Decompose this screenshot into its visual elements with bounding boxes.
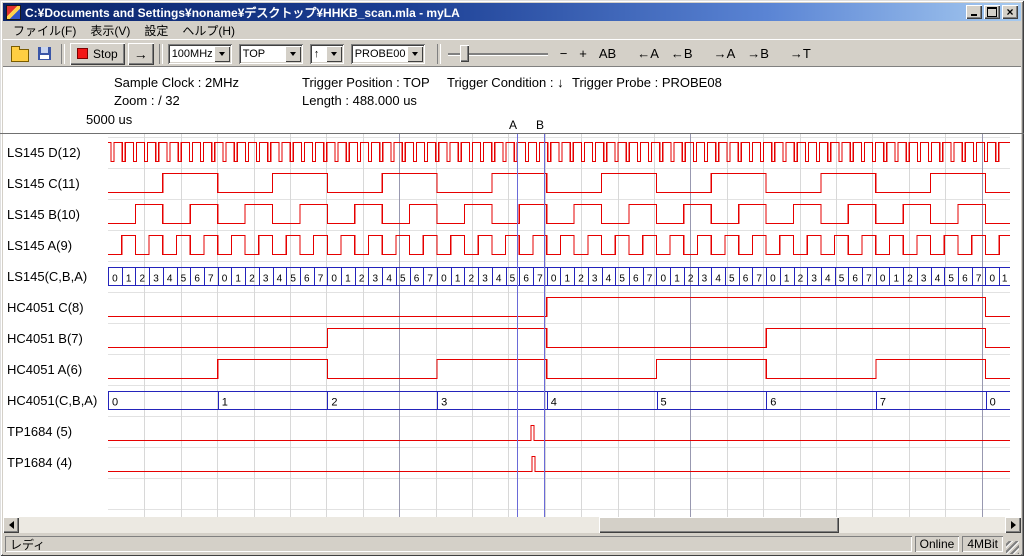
open-button[interactable] [8, 43, 32, 65]
title-bar: C:¥Documents and Settings¥noname¥デスクトップ¥… [3, 3, 1021, 21]
stop-button[interactable]: Stop [70, 43, 125, 65]
trigger-edge-value: ↑ [310, 48, 326, 60]
scrollbar-thumb[interactable] [599, 517, 839, 533]
slider-thumb[interactable] [460, 45, 469, 62]
cursor-b-label[interactable]: B [536, 118, 544, 132]
goto-a-left-button[interactable]: ←A [631, 44, 665, 63]
goto-trigger-button[interactable]: →T [784, 44, 817, 63]
left-triangle-icon [9, 521, 14, 529]
window-controls: × [966, 5, 1018, 19]
trigger-edge-select[interactable]: ↑ [310, 44, 344, 64]
zoom-in-button[interactable]: + [573, 44, 593, 63]
toolbar-separator [159, 44, 163, 64]
open-folder-icon [11, 49, 29, 62]
minimize-icon [971, 14, 977, 16]
memory-status-badge: 4MBit [962, 536, 1003, 552]
trigger-position-text: Trigger Position : TOP [302, 75, 430, 90]
horizontal-scrollbar[interactable] [3, 517, 1021, 533]
channel-label[interactable]: LS145 B(10) [7, 207, 80, 222]
channel-label[interactable]: LS145 A(9) [7, 238, 72, 253]
trigger-probe-value: PROBE00 [351, 48, 407, 60]
channel-label[interactable]: HC4051 A(6) [7, 362, 82, 377]
dropdown-arrow-icon[interactable] [326, 46, 342, 62]
channel-label[interactable]: HC4051 B(7) [7, 331, 83, 346]
toolbar-separator [437, 44, 441, 64]
minimize-button[interactable] [966, 5, 982, 19]
channel-label[interactable]: LS145 D(12) [7, 145, 81, 160]
save-button[interactable] [32, 43, 56, 65]
close-button[interactable]: × [1002, 5, 1018, 19]
online-status-badge: Online [915, 536, 960, 552]
scrollbar-track[interactable] [19, 517, 1005, 533]
maximize-button[interactable] [984, 5, 1000, 19]
channel-label[interactable]: TP1684 (4) [7, 455, 72, 470]
zoom-text: Zoom : / 32 [114, 93, 180, 108]
trigger-probe-select[interactable]: PROBE00 [351, 44, 425, 64]
cursor-a-label[interactable]: A [509, 118, 517, 132]
menu-bar: ファイル(F) 表示(V) 設定 ヘルプ(H) [3, 21, 1021, 39]
menu-file[interactable]: ファイル(F) [6, 21, 83, 40]
stop-icon [77, 48, 88, 59]
trigger-position-select[interactable]: TOP [239, 44, 303, 64]
down-triangle-icon [219, 52, 225, 56]
stop-label: Stop [93, 47, 118, 61]
length-text: Length : 488.000 us [302, 93, 417, 108]
sample-clock-text: Sample Clock : 2MHz [114, 75, 239, 90]
app-window: C:¥Documents and Settings¥noname¥デスクトップ¥… [0, 0, 1024, 556]
sample-rate-select[interactable]: 100MHz [168, 44, 232, 64]
toolbar-separator [61, 44, 65, 64]
goto-b-right-button[interactable]: →B [741, 44, 775, 63]
trigger-probe-text: Trigger Probe : PROBE08 [572, 75, 722, 90]
time-div-label: 5000 us [86, 112, 132, 127]
app-icon [6, 5, 21, 20]
zoom-slider[interactable] [448, 43, 548, 65]
menu-settings[interactable]: 設定 [137, 21, 175, 40]
scroll-right-button[interactable] [1005, 517, 1021, 533]
down-triangle-icon [290, 52, 296, 56]
status-message: レディ [5, 536, 912, 552]
run-button[interactable]: → [128, 43, 154, 65]
channel-label[interactable]: HC4051(C,B,A) [7, 393, 97, 408]
ab-button[interactable]: AB [593, 44, 622, 63]
resize-grip-icon[interactable] [1006, 541, 1019, 554]
trigger-condition-text: Trigger Condition : ↓ [447, 75, 564, 90]
trigger-position-value: TOP [239, 48, 285, 60]
channel-label[interactable]: TP1684 (5) [7, 424, 72, 439]
down-triangle-icon [331, 52, 337, 56]
channel-label[interactable]: HC4051 C(8) [7, 300, 84, 315]
window-title: C:¥Documents and Settings¥noname¥デスクトップ¥… [25, 4, 962, 21]
dropdown-arrow-icon[interactable] [407, 46, 423, 62]
goto-b-left-button[interactable]: ←B [665, 44, 699, 63]
dropdown-arrow-icon[interactable] [214, 46, 230, 62]
zoom-out-button[interactable]: − [554, 44, 574, 63]
menu-view[interactable]: 表示(V) [83, 21, 137, 40]
sample-rate-value: 100MHz [168, 48, 214, 60]
maximize-icon [987, 7, 997, 17]
toolbar: Stop → 100MHz TOP ↑ PROBE00 − + AB ←A ←B [3, 39, 1021, 67]
channel-label[interactable]: LS145 C(11) [7, 176, 80, 191]
close-icon: × [1006, 7, 1013, 17]
goto-a-right-button[interactable]: →A [708, 44, 742, 63]
channel-label[interactable]: LS145(C,B,A) [7, 269, 87, 284]
waveform-panel[interactable] [3, 66, 1021, 518]
dropdown-arrow-icon[interactable] [285, 46, 301, 62]
right-triangle-icon [1011, 521, 1016, 529]
down-triangle-icon [412, 52, 418, 56]
status-bar: レディ Online 4MBit [3, 533, 1021, 555]
menu-help[interactable]: ヘルプ(H) [175, 21, 242, 40]
run-arrow-icon: → [134, 46, 148, 62]
scroll-left-button[interactable] [3, 517, 19, 533]
save-icon [38, 47, 51, 60]
